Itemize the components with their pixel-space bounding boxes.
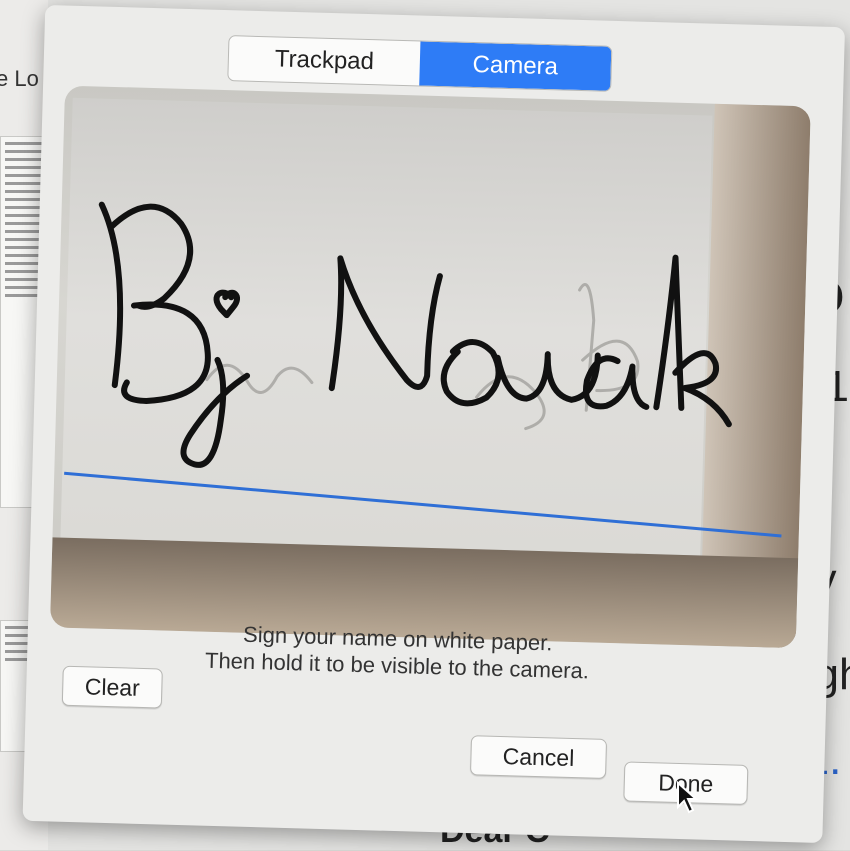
cancel-button[interactable]: Cancel bbox=[469, 735, 608, 779]
tab-camera[interactable]: Camera bbox=[419, 41, 612, 91]
document-title-fragment: e Lo bbox=[0, 66, 39, 91]
camera-preview bbox=[49, 85, 811, 649]
clear-button[interactable]: Clear bbox=[61, 665, 163, 709]
signature-dialog: Trackpad Camera Sign your name on white … bbox=[22, 4, 846, 844]
mouse-pointer-icon bbox=[677, 781, 699, 814]
signature-image bbox=[98, 201, 732, 468]
tab-trackpad[interactable]: Trackpad bbox=[228, 36, 420, 85]
input-source-segmented-control[interactable]: Trackpad Camera bbox=[227, 35, 613, 92]
